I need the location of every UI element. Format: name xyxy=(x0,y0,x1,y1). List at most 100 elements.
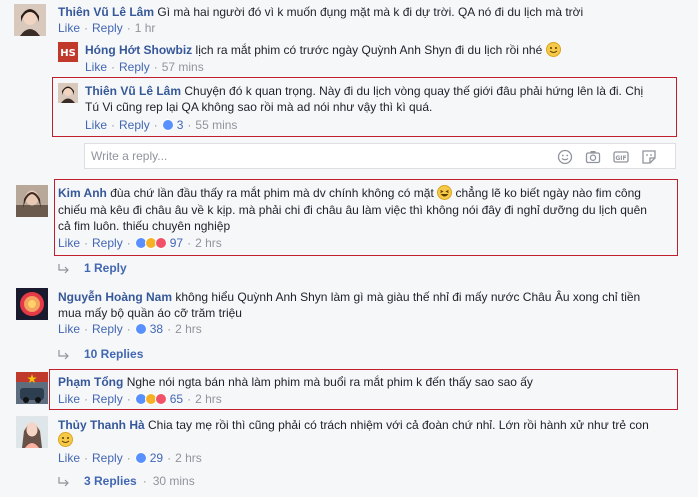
view-replies-link[interactable]: 3 Replies · 30 mins xyxy=(58,474,195,488)
like-reaction-icon xyxy=(161,119,174,131)
separator-dot: · xyxy=(167,451,172,465)
reply-button[interactable]: Reply xyxy=(92,322,123,336)
commenter-name[interactable]: Phạm Tổng xyxy=(58,375,123,389)
gif-icon[interactable]: GIF xyxy=(613,149,629,165)
comment-text: mua mấy bộ quần áo cỡ trăm triệu xyxy=(58,306,242,320)
replies-count-label[interactable]: 10 Replies xyxy=(84,347,143,361)
commenter-name[interactable]: Thiên Vũ Lê Lâm xyxy=(58,5,154,19)
reaction-count: 38 xyxy=(149,322,164,336)
separator-dot: · xyxy=(84,392,89,406)
avatar[interactable] xyxy=(16,372,48,404)
like-button[interactable]: Like xyxy=(58,322,80,336)
commenter-name[interactable]: Nguyễn Hoàng Nam xyxy=(58,290,172,304)
comment-text: Gì mà hai người đó vì k muốn đụng mặt mà… xyxy=(157,5,584,19)
reaction-count: 97 xyxy=(169,236,184,250)
commenter-name[interactable]: Hóng Hớt Showbiz xyxy=(85,43,192,57)
comment-text: cả fim luôn. thiếu chuyên nghiệp xyxy=(58,219,231,233)
sticker-icon[interactable] xyxy=(641,149,657,165)
separator-dot: · xyxy=(142,474,147,488)
camera-icon[interactable] xyxy=(585,149,601,165)
reply-button[interactable]: Reply xyxy=(92,451,123,465)
view-replies-link[interactable]: 1 Reply xyxy=(58,261,127,275)
comment-text: không hiểu Quỳnh Anh Shyn làm gì mà giàu… xyxy=(175,290,641,304)
like-button[interactable]: Like xyxy=(58,392,80,406)
reaction-summary[interactable]: 3 xyxy=(161,118,184,132)
comment-text: đùa chứ lần đầu thấy ra mắt phim mà dv c… xyxy=(110,186,434,200)
replies-count-label[interactable]: 1 Reply xyxy=(84,261,127,275)
avatar[interactable] xyxy=(14,4,46,36)
avatar[interactable] xyxy=(16,185,48,217)
separator-dot: · xyxy=(187,236,192,250)
reply-button[interactable]: Reply xyxy=(119,60,150,74)
comment-actions: Like · Reply · 29 · 2 hrs xyxy=(58,451,202,465)
reaction-summary[interactable]: 29 xyxy=(134,451,163,465)
comment-text: chiếu mà kêu đi châu âu về k kịp. mà phả… xyxy=(58,203,647,217)
timestamp[interactable]: 1 hr xyxy=(135,21,156,35)
like-button[interactable]: Like xyxy=(85,118,107,132)
avatar[interactable]: HS xyxy=(58,42,78,62)
reaction-summary[interactable]: 38 xyxy=(134,322,164,336)
separator-dot: · xyxy=(84,322,89,336)
laughing-emoji-icon xyxy=(437,185,453,203)
avatar[interactable] xyxy=(58,83,78,103)
separator-dot: · xyxy=(84,236,89,250)
reaction-summary[interactable]: 97 xyxy=(134,236,184,250)
reaction-summary[interactable]: 65 xyxy=(134,392,184,406)
smile-emoji-icon xyxy=(58,432,73,450)
timestamp[interactable]: 2 hrs xyxy=(175,322,202,336)
comment-text: Chia tay mẹ rồi thì cũng phải có trách n… xyxy=(148,418,649,432)
emoji-icon[interactable] xyxy=(557,149,573,165)
comment-text: Nghe nói ngta bán nhà làm phim mà buổi r… xyxy=(126,375,533,389)
commenter-name[interactable]: Kim Anh xyxy=(58,186,107,200)
separator-dot: · xyxy=(126,21,131,35)
view-replies-link[interactable]: 10 Replies xyxy=(58,347,143,361)
avatar[interactable] xyxy=(16,416,48,448)
comment: Kim Anh đùa chứ lần đầu thấy ra mắt phim… xyxy=(58,185,641,203)
comment: Phạm Tổng Nghe nói ngta bán nhà làm phim… xyxy=(58,374,533,390)
comment-actions: Like · Reply · 65 · 2 hrs xyxy=(58,392,222,406)
avatar[interactable] xyxy=(16,288,48,320)
separator-dot: · xyxy=(187,392,192,406)
comment-text: chẳng lẽ ko biết ngày nào fim công xyxy=(455,186,641,200)
timestamp[interactable]: 30 mins xyxy=(153,474,195,488)
reaction-count: 65 xyxy=(169,392,184,406)
comment-text: Tú Vi cũng rep lại QA không sao rồi mà a… xyxy=(85,100,433,114)
reply-button[interactable]: Reply xyxy=(119,118,150,132)
separator-dot: · xyxy=(126,322,131,336)
timestamp[interactable]: 2 hrs xyxy=(195,392,222,406)
reply-arrow-icon xyxy=(58,263,70,274)
comment-actions: Like · Reply · 57 mins xyxy=(85,60,204,74)
comment-text: lịch ra mắt phim có trước ngày Quỳnh Anh… xyxy=(195,43,543,57)
like-reaction-icon xyxy=(134,452,147,464)
comment: Thiên Vũ Lê Lâm Chuyện đó k quan trọng. … xyxy=(85,83,643,99)
reply-box: GIF xyxy=(84,143,676,169)
like-button[interactable]: Like xyxy=(58,451,80,465)
timestamp[interactable]: 55 mins xyxy=(195,118,237,132)
comment-actions: Like · Reply · 38 · 2 hrs xyxy=(58,322,202,336)
replies-count-label[interactable]: 3 Replies xyxy=(84,474,137,488)
commenter-name[interactable]: Thủy Thanh Hà xyxy=(58,418,145,432)
timestamp[interactable]: 57 mins xyxy=(162,60,204,74)
commenter-name[interactable]: Thiên Vũ Lê Lâm xyxy=(85,84,181,98)
comment-actions: Like · Reply · 3 · 55 mins xyxy=(85,118,237,132)
reply-button[interactable]: Reply xyxy=(92,392,123,406)
separator-dot: · xyxy=(126,451,131,465)
like-button[interactable]: Like xyxy=(58,21,80,35)
reaction-count: 3 xyxy=(176,118,184,132)
reply-button[interactable]: Reply xyxy=(92,21,123,35)
separator-dot: · xyxy=(126,236,131,250)
comment: Hóng Hớt Showbiz lịch ra mắt phim có trư… xyxy=(85,42,561,60)
separator-dot: · xyxy=(167,322,172,336)
reply-input[interactable] xyxy=(91,149,531,163)
reply-button[interactable]: Reply xyxy=(92,236,123,250)
love-reaction-icon xyxy=(154,393,167,405)
comment-actions: Like · Reply · 1 hr xyxy=(58,21,155,35)
love-reaction-icon xyxy=(154,237,167,249)
separator-dot: · xyxy=(111,118,116,132)
like-button[interactable]: Like xyxy=(58,236,80,250)
like-button[interactable]: Like xyxy=(85,60,107,74)
timestamp[interactable]: 2 hrs xyxy=(175,451,202,465)
comment: Thiên Vũ Lê Lâm Gì mà hai người đó vì k … xyxy=(58,4,583,20)
separator-dot: · xyxy=(187,118,192,132)
timestamp[interactable]: 2 hrs xyxy=(195,236,222,250)
